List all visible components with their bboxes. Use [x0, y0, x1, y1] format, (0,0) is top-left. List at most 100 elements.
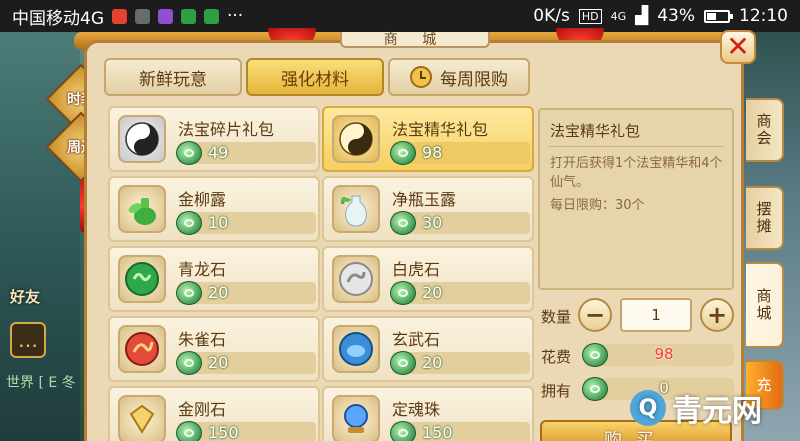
dragon-stone-icon — [118, 255, 166, 303]
tab-label: 每周限购 — [440, 69, 508, 90]
price-bar: 98 — [390, 141, 530, 165]
notification-icon — [135, 8, 150, 24]
jade-coin-icon — [582, 377, 608, 401]
shop-item[interactable]: 玄武石 20 — [322, 316, 534, 382]
tab-materials[interactable]: 强化材料 — [246, 58, 384, 96]
taiji-icon — [332, 115, 380, 163]
tab-weekly-limited[interactable]: 每周限购 — [388, 58, 530, 96]
price-bar: 49 — [176, 141, 316, 165]
item-detail-panel: 法宝精华礼包 打开后获得1个法宝精华和4个仙气。 每日限购：30个 — [538, 108, 734, 290]
diamond-icon — [118, 395, 166, 441]
jade-coin-icon — [390, 281, 416, 305]
watermark: Q 青元网 — [630, 386, 762, 430]
notification-icon — [181, 8, 196, 24]
item-name: 青龙石 — [178, 260, 227, 279]
tab-stall[interactable]: 摆摊 — [746, 186, 784, 250]
jade-coin-icon — [390, 141, 416, 165]
item-name: 法宝精华礼包 — [392, 120, 489, 139]
owned-label: 拥有 — [541, 382, 572, 400]
tab-trade-guild[interactable]: 商会 — [746, 98, 784, 162]
item-name: 白虎石 — [392, 260, 441, 279]
jade-coin-icon — [390, 211, 416, 235]
item-price: 150 — [208, 423, 239, 441]
item-price: 20 — [208, 353, 229, 372]
increase-button[interactable]: + — [700, 298, 734, 332]
item-name: 法宝碎片礼包 — [178, 120, 275, 139]
watermark-logo-icon: Q — [630, 390, 666, 426]
decrease-button[interactable]: − — [578, 298, 612, 332]
jade-coin-icon — [176, 281, 202, 305]
jade-coin-icon — [176, 141, 202, 165]
item-price: 10 — [208, 213, 229, 232]
item-price: 98 — [422, 143, 443, 162]
tab-label: 新鲜玩意 — [139, 69, 207, 90]
tab-label: 强化材料 — [281, 69, 349, 90]
item-price: 30 — [422, 213, 443, 232]
chat-icon: … — [18, 328, 38, 352]
item-price: 20 — [208, 283, 229, 302]
watermark-text: 青元网 — [672, 394, 762, 429]
notification-icon — [204, 8, 219, 24]
status-bar: 中国移动4G ··· 0K/s HD 4G ▟ 43% 12:10 — [0, 0, 800, 32]
vtab-label: 商会 — [754, 113, 773, 147]
item-price: 20 — [422, 353, 443, 372]
chat-button[interactable]: … — [10, 322, 46, 358]
shop-item[interactable]: 朱雀石 20 — [108, 316, 320, 382]
quantity-label: 数量 — [541, 308, 572, 326]
vtab-label: 商城 — [754, 288, 773, 322]
jade-coin-icon — [176, 211, 202, 235]
vase-icon — [332, 185, 380, 233]
cost-value: 98 — [654, 345, 674, 363]
hd-icon: HD — [578, 8, 602, 24]
item-grid: 法宝碎片礼包 49 法宝精华礼包 98 金柳露 10 净瓶玉露 30 青龙石 2… — [98, 100, 534, 441]
clock-icon — [410, 66, 432, 88]
price-bar: 150 — [390, 421, 530, 441]
world-chat-line[interactable]: 世界 [ E 冬 — [6, 372, 76, 392]
shop-item[interactable]: 青龙石 20 — [108, 246, 320, 312]
price-bar: 20 — [390, 281, 530, 305]
minus-icon: − — [584, 301, 606, 329]
detail-description: 打开后获得1个法宝精华和4个仙气。 — [550, 156, 723, 190]
item-name: 金刚石 — [178, 400, 227, 419]
item-name: 定魂珠 — [392, 400, 441, 419]
signal-label: 4G — [610, 9, 627, 23]
shop-item[interactable]: 定魂珠 150 — [322, 386, 534, 441]
tab-novelty[interactable]: 新鲜玩意 — [104, 58, 242, 96]
jade-coin-icon — [176, 421, 202, 441]
shop-item[interactable]: 法宝精华礼包 98 — [322, 106, 534, 172]
cost-bar: 98 — [582, 343, 734, 367]
phoenix-stone-icon — [118, 325, 166, 373]
battery-icon — [704, 9, 733, 23]
item-name: 玄武石 — [392, 330, 441, 349]
item-price: 49 — [208, 143, 229, 162]
shop-item[interactable]: 净瓶玉露 30 — [322, 176, 534, 242]
tab-mall[interactable]: 商城 — [746, 262, 784, 348]
vtab-label: 摆摊 — [754, 201, 773, 235]
detail-limit: 每日限购：30个 — [550, 198, 645, 213]
price-bar: 20 — [176, 351, 316, 375]
price-bar: 20 — [176, 281, 316, 305]
jade-coin-icon — [176, 351, 202, 375]
shop-item[interactable]: 金刚石 150 — [108, 386, 320, 441]
taiji-icon — [118, 115, 166, 163]
price-bar: 30 — [390, 211, 530, 235]
battery-percent: 43% — [657, 6, 695, 26]
price-bar: 20 — [390, 351, 530, 375]
price-bar: 150 — [176, 421, 316, 441]
shop-item[interactable]: 白虎石 20 — [322, 246, 534, 312]
shop-item[interactable]: 法宝碎片礼包 49 — [108, 106, 320, 172]
tiger-stone-icon — [332, 255, 380, 303]
jade-coin-icon — [582, 343, 608, 367]
friends-button[interactable]: 好友 — [10, 286, 40, 307]
shop-item[interactable]: 金柳露 10 — [108, 176, 320, 242]
close-icon: ✕ — [726, 30, 750, 63]
item-name: 金柳露 — [178, 190, 227, 209]
close-button[interactable]: ✕ — [720, 30, 756, 64]
item-name: 朱雀石 — [178, 330, 227, 349]
jade-coin-icon — [390, 421, 416, 441]
quantity-input[interactable]: 1 — [620, 298, 692, 332]
item-price: 20 — [422, 283, 443, 302]
tortoise-stone-icon — [332, 325, 380, 373]
shop-title: 商 城 — [340, 32, 490, 48]
divider — [548, 146, 724, 147]
